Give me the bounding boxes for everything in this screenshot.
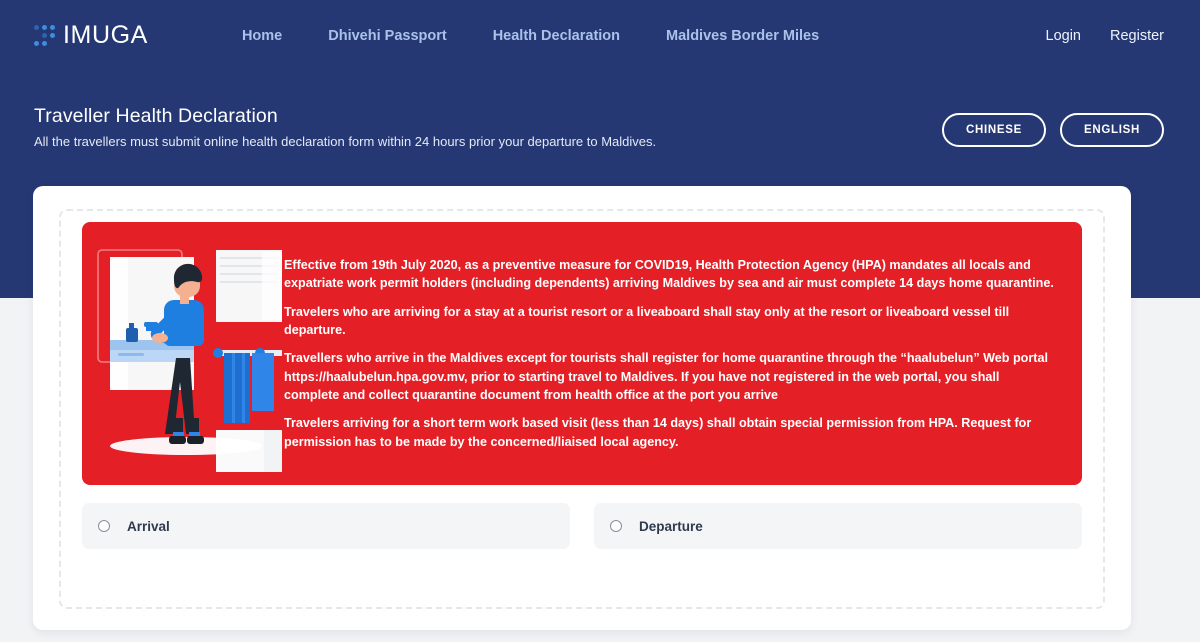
handwashing-illustration xyxy=(82,222,288,485)
declaration-type-options: Arrival Departure xyxy=(82,503,1082,549)
radio-option-departure-label: Departure xyxy=(639,518,703,534)
primary-nav-links: Home Dhivehi Passport Health Declaration… xyxy=(242,28,819,44)
notice-paragraph: Travelers who are arriving for a stay at… xyxy=(284,304,1010,338)
register-link[interactable]: Register xyxy=(1110,28,1164,44)
page-subtitle: All the travellers must submit online he… xyxy=(34,134,657,149)
dot-grid-logo-icon xyxy=(34,25,55,46)
notice-paragraph: Travelers arriving for a short term work… xyxy=(284,416,1032,449)
page-title: Traveller Health Declaration xyxy=(34,105,278,127)
page-header: Traveller Health Declaration All the tra… xyxy=(0,104,1200,150)
main-content-card: Effective from 19th July 2020, as a prev… xyxy=(33,186,1131,630)
nav-link-home[interactable]: Home xyxy=(242,28,282,44)
brand-name: IMUGA xyxy=(63,21,148,49)
top-navigation-bar: IMUGA Home Dhivehi Passport Health Decla… xyxy=(0,0,1200,71)
language-switcher: CHINESE ENGLISH xyxy=(941,113,1164,147)
radio-option-arrival[interactable]: Arrival xyxy=(82,503,570,549)
login-link[interactable]: Login xyxy=(1046,28,1081,44)
dashed-content-region: Effective from 19th July 2020, as a prev… xyxy=(59,209,1105,609)
language-button-chinese[interactable]: CHINESE xyxy=(941,113,1046,147)
page-header-text: Traveller Health Declaration All the tra… xyxy=(34,104,656,150)
auth-links: Login Register xyxy=(1046,28,1164,44)
nav-link-health-declaration[interactable]: Health Declaration xyxy=(493,28,620,44)
notice-paragraph: Travellers who arrive in the Maldives ex… xyxy=(284,351,1048,402)
radio-circle-icon[interactable] xyxy=(98,520,110,532)
radio-circle-icon[interactable] xyxy=(610,520,622,532)
nav-link-maldives-border-miles[interactable]: Maldives Border Miles xyxy=(666,28,819,44)
radio-option-departure[interactable]: Departure xyxy=(594,503,1082,549)
radio-option-arrival-label: Arrival xyxy=(127,518,170,534)
brand-logo[interactable]: IMUGA xyxy=(34,21,148,50)
nav-link-dhivehi-passport[interactable]: Dhivehi Passport xyxy=(328,28,446,44)
language-button-english[interactable]: ENGLISH xyxy=(1059,113,1164,147)
covid-notice-text: Effective from 19th July 2020, as a prev… xyxy=(282,256,1082,451)
notice-paragraph: Effective from 19th July 2020, as a prev… xyxy=(284,258,1054,291)
covid-notice-banner: Effective from 19th July 2020, as a prev… xyxy=(82,222,1082,485)
